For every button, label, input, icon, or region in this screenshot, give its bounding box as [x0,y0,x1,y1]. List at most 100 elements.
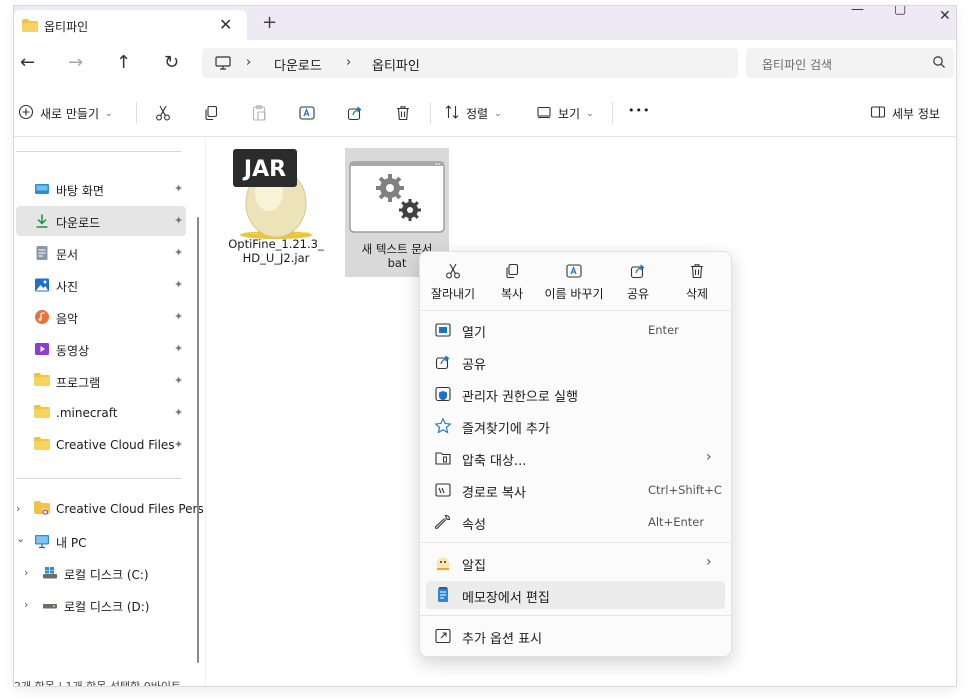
chevron-down-icon[interactable]: ⌄ [16,532,25,545]
cut-action[interactable]: 잘라내기 [423,262,483,302]
batch-file-icon [348,160,446,234]
action-label: 삭제 [685,287,709,301]
sidebar-item-desktop[interactable]: 바탕 화면 ✦ [16,174,186,204]
share-action[interactable]: 공유 [608,262,668,302]
pin-icon: ✦ [174,310,184,323]
chevron-right-icon: › [706,554,712,570]
folder-icon [22,19,38,35]
computer-icon [34,533,50,549]
rename-button[interactable] [298,104,316,125]
tree-item-drive-d[interactable]: › 로컬 디스크 (D:) [24,590,194,620]
new-label: 새로 만들기 [40,107,100,121]
divider [420,542,731,543]
sidebar-item-minecraft[interactable]: .minecraft ✦ [16,398,186,428]
sidebar-item-documents[interactable]: 문서 ✦ [16,238,186,268]
share-button[interactable] [346,104,364,125]
sidebar-item-label: 프로그램 [56,376,101,390]
tree-item-this-pc[interactable]: ⌄ 내 PC [16,526,186,556]
breadcrumb-downloads[interactable]: 다운로드 [274,55,322,74]
refresh-button[interactable]: ↻ [164,52,179,73]
sidebar-item-creative-cloud[interactable]: Creative Cloud Files P ✦ [16,430,186,460]
star-icon [434,417,452,435]
tree-item-drive-c[interactable]: › 로컬 디스크 (C:) [24,558,194,588]
menu-item-properties[interactable]: 속성 Alt+Enter [426,508,725,536]
menu-item-alzip[interactable]: 알집 › [426,549,725,577]
folder-icon [34,437,50,453]
view-button[interactable]: 보기 ⌄ [536,104,594,123]
tree-item-label: 로컬 디스크 (D:) [64,600,150,614]
menu-item-copy-path[interactable]: 경로로 복사 Ctrl+Shift+C [426,476,725,504]
navigation-bar: ← → ↑ ↻ › 다운로드 › 옵티파인 옵티파인 검색 [14,40,956,90]
more-options-button[interactable]: ••• [628,104,650,117]
paste-button[interactable] [250,104,268,125]
sidebar-item-downloads[interactable]: 다운로드 ✦ [16,206,186,236]
divider [16,151,181,152]
action-label: 공유 [626,287,650,301]
jar-file-icon: JAR [231,147,321,239]
forward-button[interactable]: → [68,52,83,73]
sidebar-item-label: 다운로드 [56,216,101,230]
sidebar-item-music[interactable]: 음악 ✦ [16,302,186,332]
tree-item-creative-cloud[interactable]: › Creative Cloud Files Pers [16,494,204,524]
menu-item-compress-to[interactable]: 압축 대상... › [426,444,725,472]
delete-action[interactable]: 삭제 [667,262,727,302]
folder-icon [34,405,50,421]
breadcrumb-separator: › [246,55,252,70]
sort-icon [444,104,460,123]
divider [430,102,431,124]
breadcrumb-current[interactable]: 옵티파인 [372,55,420,74]
chevron-right-icon[interactable]: › [24,566,28,579]
menu-item-run-as-admin[interactable]: 관리자 권한으로 실행 [426,380,725,408]
computer-icon [215,56,231,73]
rename-icon [544,262,604,283]
search-box[interactable]: 옵티파인 검색 [746,48,954,78]
divider [136,102,137,124]
tab-close-icon[interactable]: ✕ [219,15,232,34]
address-bar[interactable]: › 다운로드 › 옵티파인 [202,48,738,78]
sidebar-item-programs[interactable]: 프로그램 ✦ [16,366,186,396]
sidebar-item-label: 사진 [56,280,79,294]
sidebar-item-label: Creative Cloud Files P [56,438,176,452]
divider [16,478,181,479]
menu-item-add-favorite[interactable]: 즐겨찾기에 추가 [426,412,725,440]
copy-action[interactable]: 복사 [482,262,542,302]
menu-item-shortcut: Alt+Enter [648,515,705,529]
file-name: OptiFine_1.21.3_ [228,237,324,251]
search-placeholder: 옵티파인 검색 [762,58,833,72]
delete-button[interactable] [394,104,412,125]
back-button[interactable]: ← [20,52,35,73]
download-icon [34,213,50,229]
rename-action[interactable]: 이름 바꾸기 [544,262,604,302]
copy-icon [482,262,542,283]
maximize-button[interactable]: ▢ [894,6,906,17]
sidebar-item-pictures[interactable]: 사진 ✦ [16,270,186,300]
sidebar-scrollbar[interactable] [197,217,199,663]
sidebar-item-videos[interactable]: 동영상 ✦ [16,334,186,364]
menu-item-share[interactable]: 공유 [426,348,725,376]
close-window-button[interactable]: ✕ [939,8,951,24]
desktop-icon [34,181,50,197]
details-pane-button[interactable]: 세부 정보 [870,104,940,123]
chevron-right-icon[interactable]: › [24,598,28,611]
action-label: 이름 바꾸기 [544,287,604,301]
cut-button[interactable] [154,104,172,125]
copy-button[interactable] [202,104,220,125]
action-label: 복사 [500,287,524,301]
paste-icon [250,104,268,125]
menu-item-open[interactable]: 열기 Enter [426,316,725,344]
action-label: 잘라내기 [430,287,476,301]
new-button[interactable]: 새로 만들기 ⌄ [18,104,113,123]
search-icon [932,55,946,72]
new-tab-button[interactable]: + [262,12,277,33]
menu-item-edit-notepad[interactable]: 메모장에서 편집 [426,581,725,609]
file-item-optifine-jar[interactable]: JAR OptiFine_1.21.3_ HD_U_J2.jar [224,147,328,277]
chevron-right-icon[interactable]: › [16,502,20,515]
tree-item-label: 로컬 디스크 (C:) [64,568,149,582]
sort-button[interactable]: 정렬 ⌄ [444,104,502,123]
minimize-button[interactable]: — [851,6,864,17]
menu-item-shortcut: Ctrl+Shift+C [648,483,722,497]
up-button[interactable]: ↑ [116,52,131,73]
divider [420,615,731,616]
menu-item-show-more-options[interactable]: 추가 옵션 표시 [426,622,725,650]
tab-optifine[interactable]: 옵티파인 ✕ [14,10,247,40]
